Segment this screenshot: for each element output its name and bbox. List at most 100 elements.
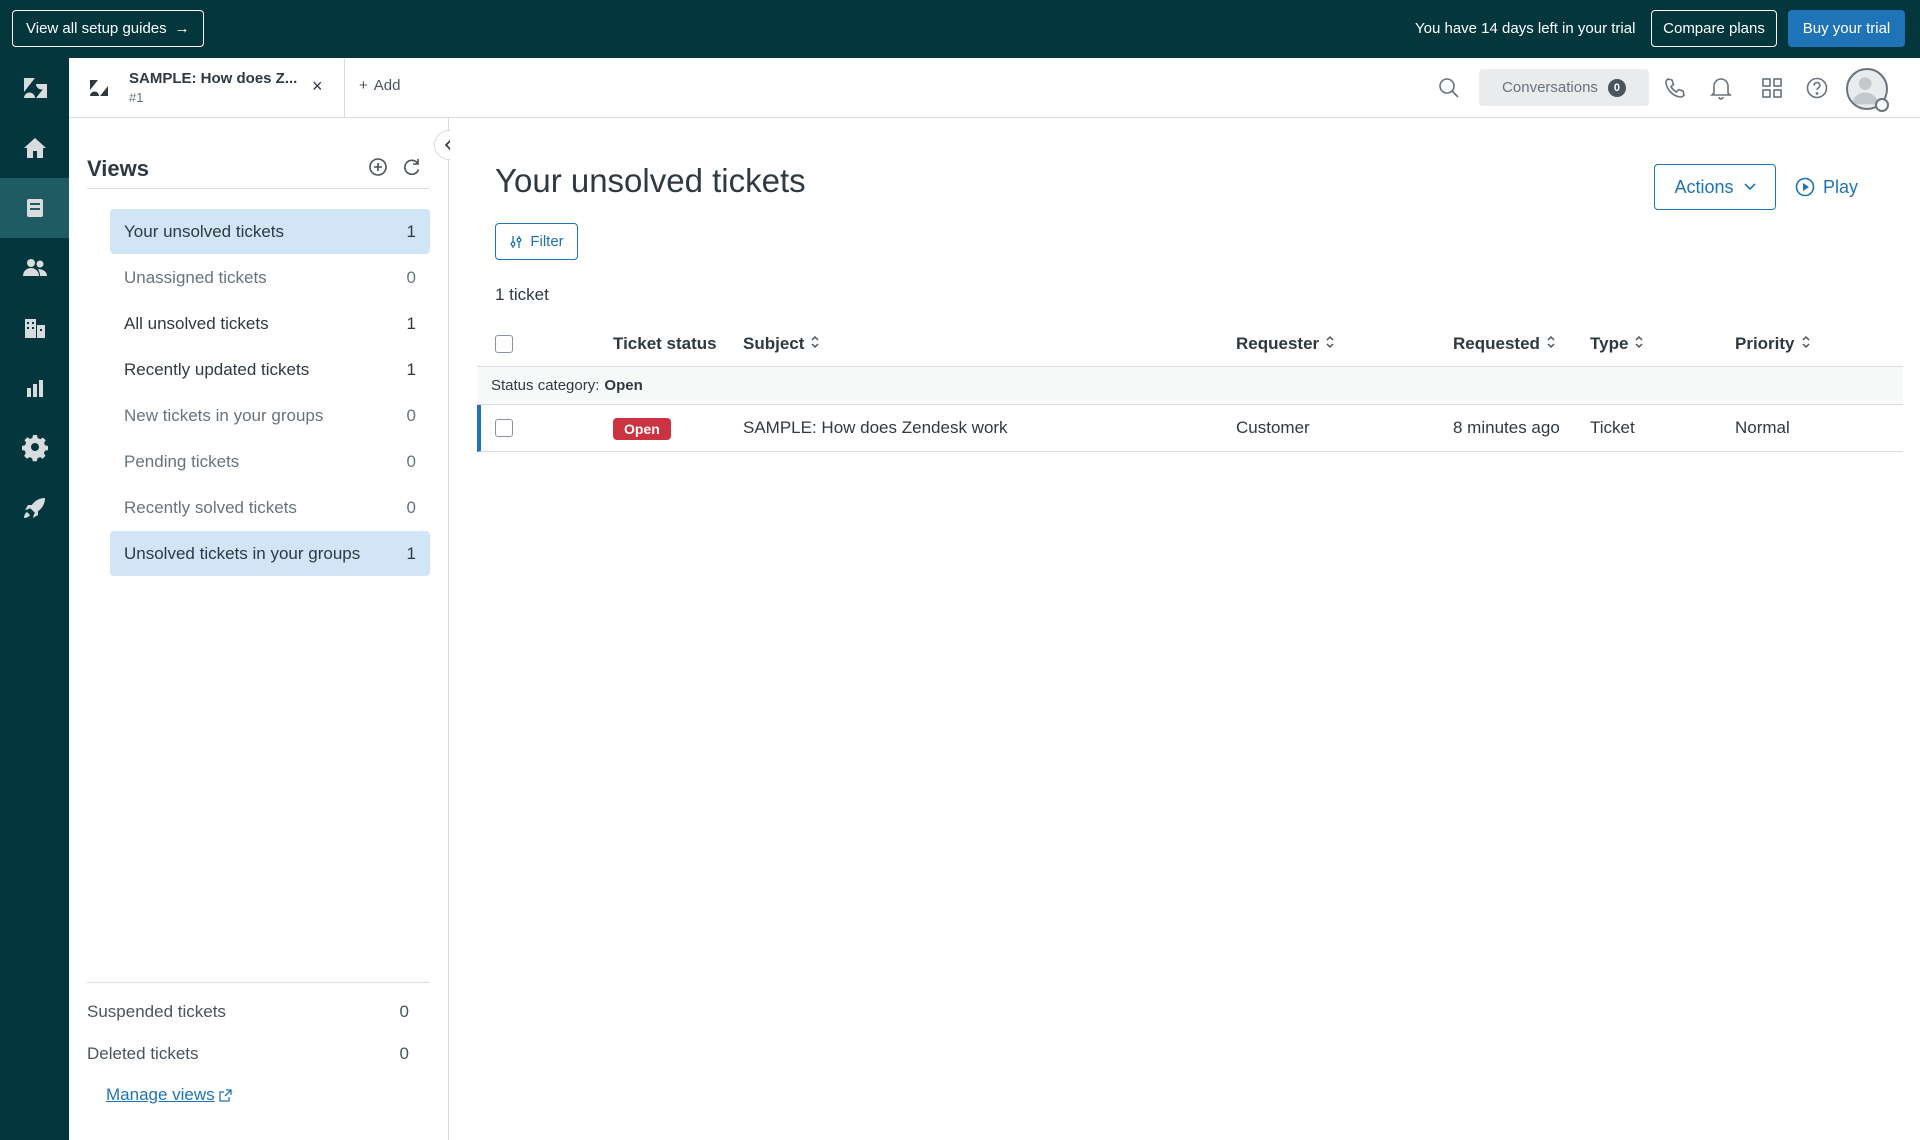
views-title: Views <box>87 156 149 181</box>
buy-trial-button[interactable]: Buy your trial <box>1788 10 1905 47</box>
phone-icon[interactable] <box>1662 75 1688 101</box>
arrow-right-icon: → <box>174 20 190 37</box>
view-item-count: 0 <box>406 267 416 287</box>
reporting-icon[interactable] <box>0 358 69 418</box>
view-item-all-unsolved[interactable]: All unsolved tickets 1 <box>110 301 430 346</box>
view-item-unassigned[interactable]: Unassigned tickets 0 <box>110 255 430 300</box>
view-item-recently-updated[interactable]: Recently updated tickets 1 <box>110 347 430 392</box>
search-icon[interactable] <box>1436 75 1462 101</box>
view-item-count: 1 <box>406 543 416 563</box>
product-tray-icon[interactable] <box>1759 75 1785 101</box>
add-tab-label: Add <box>373 77 401 94</box>
view-item-unsolved-in-groups[interactable]: Unsolved tickets in your groups 1 <box>110 531 430 576</box>
column-subject[interactable]: Subject <box>743 334 820 354</box>
view-item-pending[interactable]: Pending tickets 0 <box>110 439 430 484</box>
view-item-recently-solved[interactable]: Recently solved tickets 0 <box>110 485 430 530</box>
view-setup-guides-label: View all setup guides <box>26 20 167 37</box>
chevron-down-icon <box>1743 183 1756 191</box>
view-item-your-unsolved[interactable]: Your unsolved tickets 1 <box>110 209 430 254</box>
zendesk-tab-icon <box>90 80 108 96</box>
home-icon[interactable] <box>0 118 69 178</box>
conversations-button[interactable]: Conversations 0 <box>1479 69 1649 106</box>
help-icon[interactable] <box>1804 75 1830 101</box>
column-label: Ticket status <box>613 334 717 353</box>
suspended-tickets-label: Suspended tickets <box>87 1002 226 1021</box>
tab-ticket-number: #1 <box>129 90 144 105</box>
table-row[interactable]: Open SAMPLE: How does Zendesk work Custo… <box>477 405 1903 452</box>
sort-icon <box>1546 334 1556 354</box>
sort-icon <box>1634 334 1644 354</box>
play-circle-icon <box>1795 177 1815 197</box>
table-header: Ticket status Subject Requester Requeste… <box>477 320 1903 367</box>
add-tab-button[interactable]: + Add <box>359 77 400 94</box>
workspace-header: SAMPLE: How does Z... #1 × + Add Convers… <box>69 58 1920 118</box>
trial-banner: View all setup guides → You have 14 days… <box>0 0 1920 58</box>
deleted-tickets-count: 0 <box>399 1044 409 1063</box>
manage-views-label: Manage views <box>106 1085 215 1104</box>
zendesk-logo-icon[interactable] <box>0 58 69 118</box>
suspended-tickets-count: 0 <box>399 1002 409 1021</box>
view-item-label: Your unsolved tickets <box>124 221 285 241</box>
product-nav <box>0 58 69 1140</box>
external-link-icon <box>219 1088 232 1102</box>
column-priority[interactable]: Priority <box>1735 334 1811 354</box>
views-bottom-divider <box>87 982 429 983</box>
ticket-list-main: Your unsolved tickets Actions Play Filte… <box>450 118 1920 1140</box>
close-tab-icon[interactable]: × <box>312 76 323 97</box>
notifications-bell-icon[interactable] <box>1708 75 1734 101</box>
status-category-group: Status category: Open <box>477 367 1903 405</box>
organizations-icon[interactable] <box>0 298 69 358</box>
column-type[interactable]: Type <box>1590 334 1644 354</box>
group-value: Open <box>604 377 643 394</box>
conversations-label: Conversations <box>1502 79 1598 96</box>
column-requester[interactable]: Requester <box>1236 334 1335 354</box>
view-item-label: Recently updated tickets <box>124 359 310 379</box>
compare-plans-button[interactable]: Compare plans <box>1651 10 1777 47</box>
view-item-label: Unsolved tickets in your groups <box>124 543 361 563</box>
play-label: Play <box>1823 176 1859 197</box>
ticket-count: 1 ticket <box>495 285 549 304</box>
manage-views-link[interactable]: Manage views <box>106 1085 232 1105</box>
column-label: Requester <box>1236 334 1320 353</box>
view-item-count: 0 <box>406 497 416 517</box>
view-item-label: Recently solved tickets <box>124 497 297 517</box>
status-badge: Open <box>613 418 671 440</box>
view-item-new-in-groups[interactable]: New tickets in your groups 0 <box>110 393 430 438</box>
row-subject[interactable]: SAMPLE: How does Zendesk work <box>743 418 1008 438</box>
column-requested[interactable]: Requested <box>1453 334 1556 354</box>
row-requester: Customer <box>1236 418 1310 437</box>
column-label: Subject <box>743 334 805 353</box>
row-type: Ticket <box>1590 418 1635 437</box>
filter-sliders-icon <box>510 235 522 248</box>
refresh-views-icon[interactable] <box>401 156 423 178</box>
column-label: Requested <box>1453 334 1540 353</box>
add-view-icon[interactable] <box>367 156 389 178</box>
actions-dropdown-button[interactable]: Actions <box>1654 164 1776 210</box>
customers-icon[interactable] <box>0 238 69 298</box>
status-indicator <box>1875 98 1889 112</box>
row-requested: 8 minutes ago <box>1453 418 1560 437</box>
view-setup-guides-button[interactable]: View all setup guides → <box>12 10 204 47</box>
deleted-tickets-link[interactable]: Deleted tickets 0 <box>87 1044 409 1064</box>
column-label: Type <box>1590 334 1629 353</box>
views-divider <box>87 188 429 189</box>
filter-button[interactable]: Filter <box>495 223 578 260</box>
sort-icon <box>1325 334 1335 354</box>
rocket-icon[interactable] <box>0 478 69 538</box>
page-title: Your unsolved tickets <box>495 162 806 199</box>
conversations-count-badge: 0 <box>1607 78 1626 97</box>
view-item-count: 0 <box>406 405 416 425</box>
view-item-count: 1 <box>406 359 416 379</box>
ticket-tab[interactable]: SAMPLE: How does Z... #1 × <box>69 58 345 117</box>
view-item-count: 0 <box>406 451 416 471</box>
sort-icon <box>810 334 820 354</box>
group-label: Status category: <box>491 377 600 394</box>
admin-gear-icon[interactable] <box>0 418 69 478</box>
tickets-icon[interactable] <box>0 178 69 238</box>
views-panel: Views Your unsolved tickets 1 Unassigned… <box>69 118 449 1140</box>
select-all-checkbox[interactable] <box>495 335 513 353</box>
view-item-count: 1 <box>406 313 416 333</box>
row-checkbox[interactable] <box>495 419 513 437</box>
play-button[interactable]: Play <box>1795 164 1858 210</box>
suspended-tickets-link[interactable]: Suspended tickets 0 <box>87 1002 409 1022</box>
